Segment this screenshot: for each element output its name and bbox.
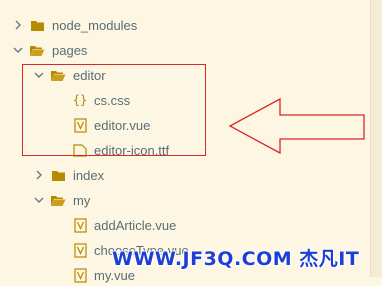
vue-file-icon — [72, 267, 88, 283]
tree-item-label: node_modules — [52, 17, 138, 33]
tree-item-node-modules[interactable]: node_modules — [0, 14, 370, 36]
vue-file-icon — [72, 217, 88, 233]
tree-item-my[interactable]: my — [0, 189, 370, 211]
highlight-box — [22, 64, 206, 156]
editor-pane-edge — [370, 0, 382, 277]
tree-item-label: pages — [52, 42, 88, 58]
tree-item-label: my — [73, 192, 91, 208]
folder-open-icon — [29, 42, 45, 58]
watermark-text: WWW.JF3Q.COM 杰凡IT — [112, 248, 360, 270]
tree-item-pages[interactable]: pages — [0, 39, 370, 61]
tree-item-index[interactable]: index — [0, 164, 370, 186]
tree-item-label: index — [73, 167, 105, 183]
tree-item-label: addArticle.vue — [94, 217, 177, 233]
left-arrow-annotation — [228, 97, 365, 155]
folder-open-icon — [50, 192, 66, 208]
vue-file-icon — [72, 242, 88, 258]
chevron-down-icon[interactable] — [33, 194, 45, 206]
chevron-right-icon[interactable] — [33, 169, 45, 181]
tree-item-addarticle-vue[interactable]: addArticle.vue — [0, 214, 370, 236]
folder-icon — [50, 167, 66, 183]
chevron-right-icon[interactable] — [12, 19, 24, 31]
chevron-down-icon[interactable] — [12, 44, 24, 56]
folder-icon — [29, 17, 45, 33]
